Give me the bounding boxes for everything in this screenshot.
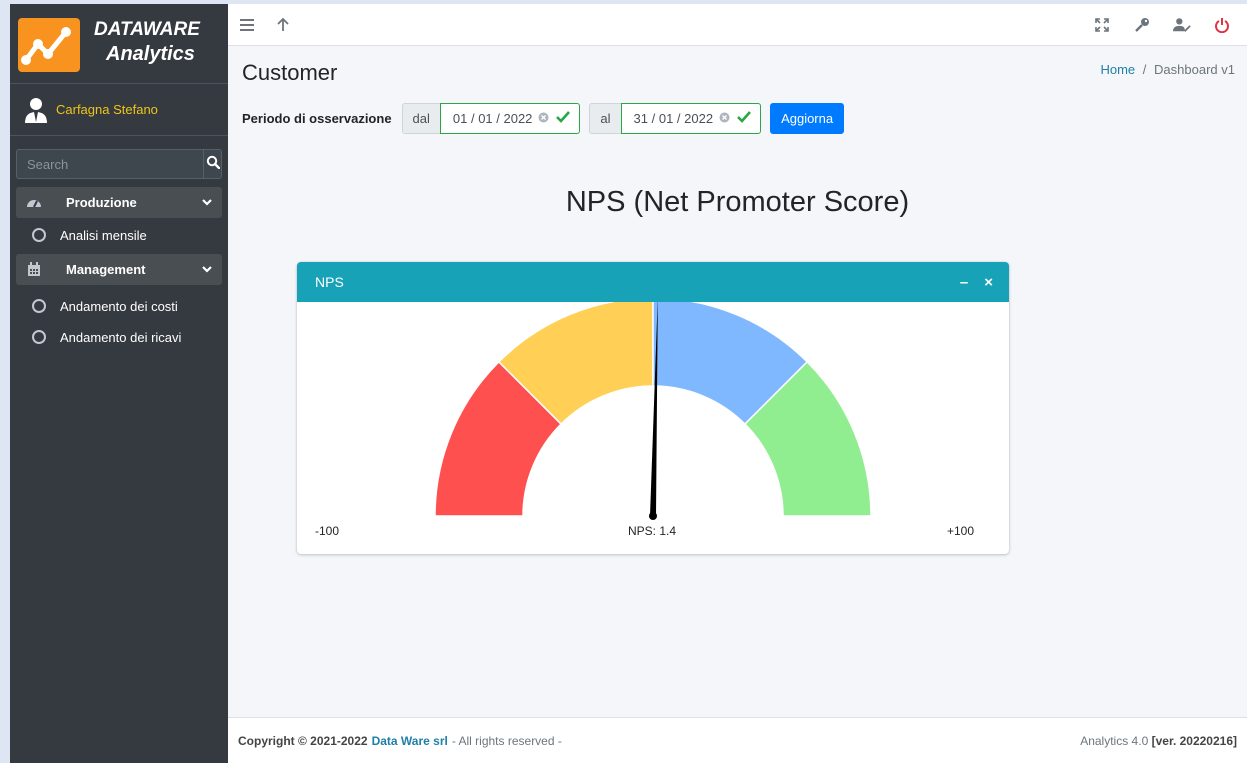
sidebar-item-andamento-costi[interactable]: Andamento dei costi <box>10 289 228 323</box>
sidebar-search <box>16 149 222 179</box>
search-icon <box>206 155 220 174</box>
breadcrumb-separator: / <box>1142 62 1147 77</box>
collapse-icon[interactable]: – <box>960 274 968 291</box>
user-name[interactable]: Carfagna Stefano <box>56 102 158 117</box>
search-input[interactable] <box>16 149 203 179</box>
breadcrumb-home-link[interactable]: Home <box>1100 62 1135 77</box>
gauge-value-label: NPS: 1.4 <box>628 524 677 538</box>
footer-rights: - All rights reserved - <box>451 733 562 748</box>
from-date-value: 01 / 01 / 2022 <box>452 111 533 126</box>
tachometer-icon <box>26 195 42 211</box>
brand-text: DATAWARE Analytics <box>94 18 200 66</box>
to-date-input[interactable]: 31 / 01 / 2022 <box>620 103 762 134</box>
search-button[interactable] <box>203 149 222 179</box>
close-icon[interactable]: × <box>984 274 993 291</box>
card-title: NPS <box>315 274 344 290</box>
breadcrumb: Home / Dashboard v1 <box>1100 62 1235 77</box>
check-icon <box>555 110 571 127</box>
nps-heading: NPS (Net Promoter Score) <box>565 186 910 218</box>
from-addon: dal <box>401 103 440 134</box>
sidebar: DATAWARE Analytics Carfagna Stefano Sear… <box>10 4 228 763</box>
breadcrumb-current: Dashboard v1 <box>1154 62 1235 77</box>
footer-copyright: Copyright © 2021-2022 <box>238 733 368 748</box>
check-icon <box>736 110 752 127</box>
bars-icon[interactable] <box>238 16 256 34</box>
nav-group-label: Management <box>66 262 146 277</box>
clear-icon[interactable] <box>719 112 730 126</box>
sidebar-item-analisi-mensile[interactable]: Analisi mensile <box>10 218 228 252</box>
power-icon[interactable] <box>1213 16 1231 34</box>
period-label: Periodo di osservazione <box>242 111 392 126</box>
gauge-min-label: -100 <box>315 524 340 538</box>
period-filter: Periodo di osservazione dal 01 / 01 / 20… <box>242 103 845 134</box>
nav-group-management[interactable]: Management <box>16 254 222 285</box>
key-icon[interactable] <box>1133 16 1151 34</box>
from-date-input[interactable]: 01 / 01 / 2022 <box>439 103 581 134</box>
gauge-needle-hub <box>649 512 657 520</box>
nav-group-label: Produzione <box>66 195 137 210</box>
user-edit-icon[interactable] <box>1173 16 1191 34</box>
arrow-up-icon[interactable] <box>274 16 292 34</box>
brand[interactable]: DATAWARE Analytics <box>10 4 228 84</box>
footer: Copyright © 2021-2022 Data Ware srl - Al… <box>228 717 1247 763</box>
sidebar-item-label: Analisi mensile <box>60 227 147 243</box>
update-button[interactable]: Aggiorna <box>770 103 845 134</box>
chevron-down-icon <box>202 195 212 210</box>
app-window: DATAWARE Analytics Carfagna Stefano Sear… <box>10 4 1247 763</box>
gauge-max-label: +100 <box>947 524 975 538</box>
to-date-value: 31 / 01 / 2022 <box>633 111 714 126</box>
card-tools: – × <box>960 274 993 291</box>
chevron-down-icon <box>202 262 212 277</box>
sidebar-item-label: Andamento dei ricavi <box>60 329 182 345</box>
circle-icon <box>32 228 46 242</box>
brand-line2: Analytics <box>106 43 195 65</box>
top-navbar <box>228 4 1247 46</box>
calendar-icon <box>26 262 42 278</box>
user-avatar-icon <box>22 96 50 124</box>
footer-version-prefix: Analytics 4.0 <box>1080 733 1149 748</box>
page-title: Customer <box>242 60 338 85</box>
circle-icon <box>32 299 46 313</box>
user-panel[interactable]: Carfagna Stefano <box>10 84 228 136</box>
nps-gauge <box>434 302 872 520</box>
sidebar-item-andamento-ricavi[interactable]: Andamento dei ricavi <box>10 320 228 354</box>
nav-group-produzione[interactable]: Produzione <box>16 187 222 218</box>
expand-icon[interactable] <box>1093 16 1111 34</box>
to-addon: al <box>589 103 621 134</box>
circle-icon <box>32 330 46 344</box>
clear-icon[interactable] <box>538 112 549 126</box>
sidebar-item-label: Andamento dei costi <box>60 298 178 314</box>
footer-version-number: [ver. 20220216] <box>1151 733 1237 748</box>
brand-line1: DATAWARE <box>94 19 200 40</box>
footer-version: Analytics 4.0 [ver. 20220216] <box>1080 734 1237 748</box>
footer-company-link[interactable]: Data Ware srl <box>372 734 448 748</box>
brand-logo <box>18 18 80 72</box>
nps-card: NPS – × -100 NPS: 1.4 +100 <box>297 262 1009 554</box>
card-header: NPS – × <box>297 262 1009 302</box>
